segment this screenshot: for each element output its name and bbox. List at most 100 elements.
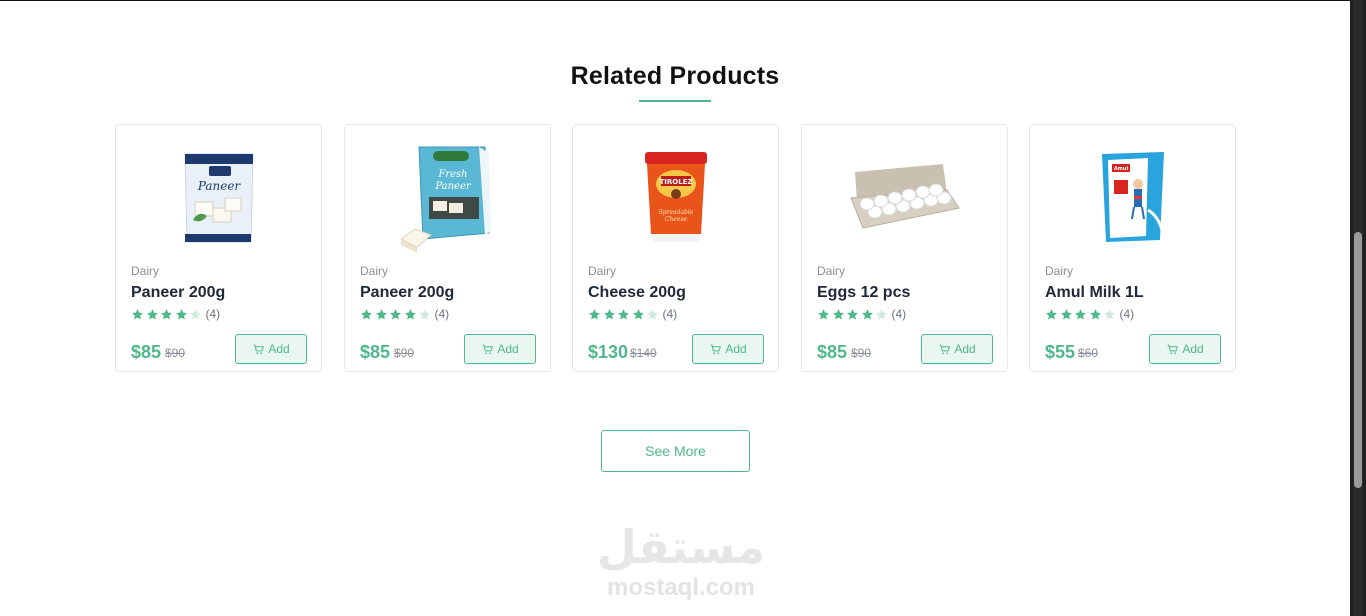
product-price: $130 bbox=[588, 342, 629, 362]
product-category: Dairy bbox=[360, 264, 389, 278]
add-to-cart-button[interactable]: Add bbox=[692, 334, 764, 364]
svg-text:Cheese: Cheese bbox=[664, 216, 687, 223]
svg-text:Paneer: Paneer bbox=[196, 179, 241, 193]
star-empty-icon bbox=[875, 308, 888, 321]
star-filled-icon bbox=[603, 308, 616, 321]
star-filled-icon bbox=[832, 308, 845, 321]
product-old-price: $90 bbox=[165, 346, 186, 360]
product-price: $85 bbox=[817, 342, 848, 362]
product-price: $85 bbox=[360, 342, 391, 362]
star-filled-icon bbox=[861, 308, 874, 321]
star-filled-icon bbox=[817, 308, 830, 321]
cart-icon bbox=[253, 344, 265, 354]
svg-text:TIROLEZ: TIROLEZ bbox=[659, 178, 692, 186]
product-category: Dairy bbox=[588, 264, 617, 278]
star-filled-icon bbox=[1060, 308, 1073, 321]
product-card[interactable]: TIROLEZ Spreadable Cheese Dairy Cheese 2… bbox=[572, 124, 779, 372]
svg-text:Paneer: Paneer bbox=[434, 181, 472, 192]
star-filled-icon bbox=[146, 308, 159, 321]
product-image[interactable]: Amul bbox=[1030, 135, 1235, 261]
egg-carton-icon bbox=[849, 164, 960, 229]
product-old-price: $90 bbox=[851, 346, 872, 360]
top-divider bbox=[0, 0, 1350, 1]
product-category: Dairy bbox=[817, 264, 846, 278]
svg-text:Fresh: Fresh bbox=[437, 169, 467, 180]
product-category: Dairy bbox=[1045, 264, 1074, 278]
watermark-arabic: مستقل bbox=[596, 520, 766, 574]
product-name[interactable]: Amul Milk 1L bbox=[1045, 284, 1144, 302]
add-to-cart-button[interactable]: Add bbox=[1149, 334, 1221, 364]
paneer-pack-icon: Paneer bbox=[183, 153, 254, 243]
product-price: $55 bbox=[1045, 342, 1076, 362]
product-image[interactable]: Paneer bbox=[116, 135, 321, 261]
star-filled-icon bbox=[175, 308, 188, 321]
product-image[interactable]: Fresh Paneer bbox=[345, 135, 550, 261]
svg-text:Spreadable: Spreadable bbox=[658, 209, 693, 216]
rating-count: (4) bbox=[662, 307, 678, 321]
star-filled-icon bbox=[375, 308, 388, 321]
see-more-button[interactable]: See More bbox=[601, 430, 750, 472]
star-filled-icon bbox=[1045, 308, 1058, 321]
star-empty-icon bbox=[189, 308, 202, 321]
product-rating: (4) bbox=[131, 307, 220, 321]
product-name[interactable]: Eggs 12 pcs bbox=[817, 284, 910, 302]
add-to-cart-button[interactable]: Add bbox=[235, 334, 307, 364]
product-card[interactable]: Dairy Eggs 12 pcs (4) $85 $90 Add bbox=[801, 124, 1008, 372]
cart-icon bbox=[710, 344, 722, 354]
star-empty-icon bbox=[418, 308, 431, 321]
star-filled-icon bbox=[617, 308, 630, 321]
add-label: Add bbox=[725, 342, 747, 356]
product-name[interactable]: Cheese 200g bbox=[588, 284, 686, 302]
product-rating: (4) bbox=[1045, 307, 1134, 321]
product-list: Paneer Dairy Paneer 200g (4) $85 $90 Add bbox=[115, 124, 1237, 372]
watermark-latin: mostaql.com bbox=[606, 574, 756, 601]
product-rating: (4) bbox=[817, 307, 906, 321]
vertical-scrollbar[interactable] bbox=[1350, 0, 1366, 616]
scrollbar-thumb[interactable] bbox=[1354, 232, 1362, 488]
star-filled-icon bbox=[1074, 308, 1087, 321]
title-underline bbox=[639, 100, 711, 102]
product-card[interactable]: Paneer Dairy Paneer 200g (4) $85 $90 Add bbox=[115, 124, 322, 372]
star-filled-icon bbox=[389, 308, 402, 321]
add-label: Add bbox=[1182, 342, 1204, 356]
star-filled-icon bbox=[131, 308, 144, 321]
cheese-tub-icon: TIROLEZ Spreadable Cheese bbox=[644, 152, 707, 242]
product-image[interactable]: TIROLEZ Spreadable Cheese bbox=[573, 135, 778, 261]
product-card[interactable]: Fresh Paneer Dairy Paneer 200g (4) $85 $… bbox=[344, 124, 551, 372]
star-filled-icon bbox=[846, 308, 859, 321]
product-card[interactable]: Amul Dairy Amul Milk 1L (4) $55 $60 Add bbox=[1029, 124, 1236, 372]
product-price: $85 bbox=[131, 342, 162, 362]
star-filled-icon bbox=[632, 308, 645, 321]
watermark-logo: مستقل mostaql.com bbox=[596, 520, 776, 616]
product-name[interactable]: Paneer 200g bbox=[131, 284, 225, 302]
product-old-price: $90 bbox=[394, 346, 415, 360]
svg-text:Amul: Amul bbox=[1113, 166, 1128, 172]
cart-icon bbox=[1167, 344, 1179, 354]
star-filled-icon bbox=[404, 308, 417, 321]
fresh-paneer-pack-icon: Fresh Paneer bbox=[399, 146, 491, 253]
milk-pouch-icon: Amul bbox=[1101, 152, 1164, 242]
add-to-cart-button[interactable]: Add bbox=[921, 334, 993, 364]
star-empty-icon bbox=[646, 308, 659, 321]
product-rating: (4) bbox=[588, 307, 677, 321]
star-filled-icon bbox=[588, 308, 601, 321]
rating-count: (4) bbox=[205, 307, 221, 321]
rating-count: (4) bbox=[891, 307, 907, 321]
rating-count: (4) bbox=[1119, 307, 1135, 321]
product-image[interactable] bbox=[802, 135, 1007, 261]
section-title: Related Products bbox=[570, 62, 780, 90]
product-category: Dairy bbox=[131, 264, 160, 278]
cart-icon bbox=[482, 344, 494, 354]
cart-icon bbox=[939, 344, 951, 354]
star-filled-icon bbox=[360, 308, 373, 321]
product-old-price: $60 bbox=[1078, 346, 1099, 360]
rating-count: (4) bbox=[434, 307, 450, 321]
product-old-price: $140 bbox=[630, 346, 657, 360]
product-rating: (4) bbox=[360, 307, 449, 321]
product-name[interactable]: Paneer 200g bbox=[360, 284, 454, 302]
add-label: Add bbox=[268, 342, 290, 356]
star-filled-icon bbox=[160, 308, 173, 321]
star-filled-icon bbox=[1089, 308, 1102, 321]
star-empty-icon bbox=[1103, 308, 1116, 321]
add-to-cart-button[interactable]: Add bbox=[464, 334, 536, 364]
